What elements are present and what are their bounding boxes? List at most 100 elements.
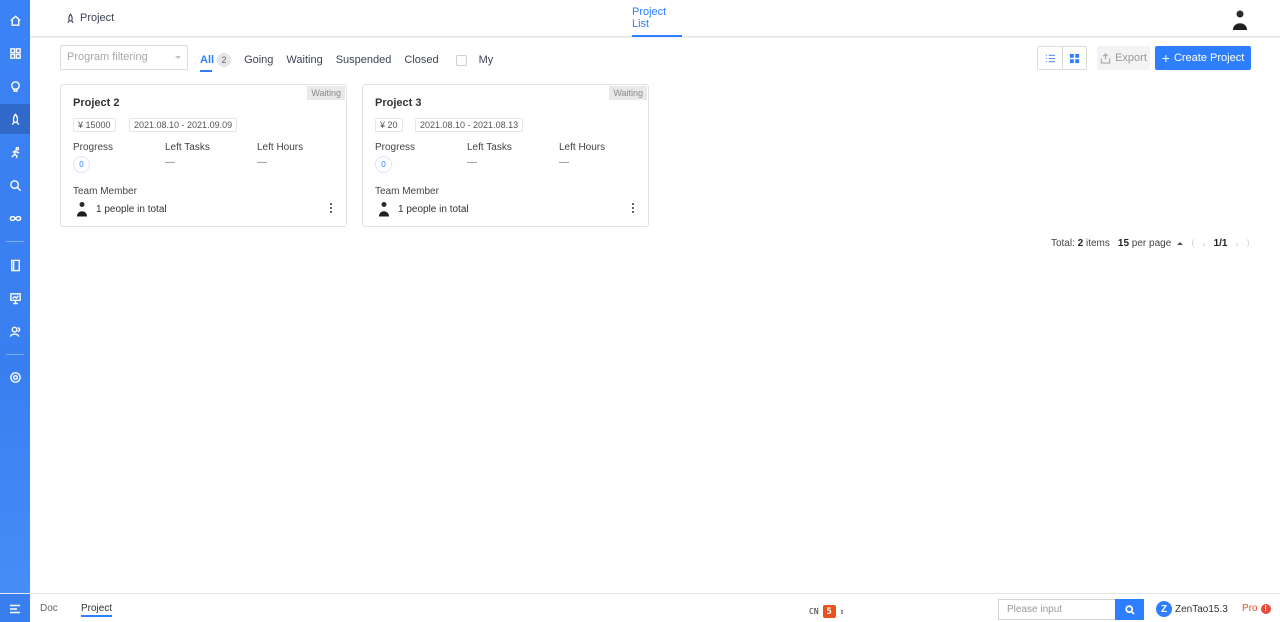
book-icon [10,259,20,271]
view-toggle [1037,46,1087,70]
progress-label: Progress [73,142,114,153]
app-name: Project [65,12,114,24]
search-icon [1124,604,1135,615]
tab-going[interactable]: Going [244,50,273,70]
users-icon [9,326,20,337]
left-hours-label: Left Hours [559,142,606,153]
left-hours-label: Left Hours [257,142,304,153]
page-indicator: 1/1 [1213,238,1228,249]
rail-separator [6,241,24,242]
project-card[interactable]: Waiting Project 2 ¥ 15000 2021.08.10 - 2… [60,84,347,227]
rail-doc[interactable] [0,250,30,280]
pager-total: Total: 2 items [1051,238,1110,249]
avatar [77,202,87,217]
top-header: Project Project List [30,0,1280,37]
progress-ring: 0 [375,156,392,173]
rail-admin[interactable] [0,362,30,392]
rail-company[interactable] [0,316,30,346]
create-project-button[interactable]: + Create Project [1155,46,1251,70]
list-icon [1045,54,1055,62]
gear-icon [9,371,21,383]
menu-icon [10,604,20,613]
my-checkbox-label[interactable]: My [479,54,494,66]
edition-label: Pro [1242,603,1258,614]
export-button[interactable]: Export [1097,46,1150,70]
card-view-button[interactable] [1062,47,1086,69]
team-member-label: Team Member [375,186,439,197]
footer-bar: Doc Project CN 5 ⇕ Please input Z ZenTao… [0,593,1280,622]
list-view-button[interactable] [1038,47,1062,69]
tab-waiting[interactable]: Waiting [286,50,322,70]
tab-all-label: All [200,54,215,66]
user-avatar[interactable] [1230,9,1250,31]
left-tasks-value: — [467,157,477,168]
rail-project[interactable] [0,104,30,134]
status-badge: Waiting [307,86,345,100]
create-project-label: Create Project [1173,52,1245,64]
pager-total-prefix: Total: [1050,238,1075,249]
menu-toggle[interactable] [0,594,30,622]
status-tabs: All 2 Going Waiting Suspended Closed My [200,50,494,72]
team-count: 1 people in total [96,204,167,215]
search-placeholder: Please input [1007,604,1063,615]
left-hours-value: — [257,157,267,168]
home-icon [9,14,21,26]
more-icon[interactable] [630,203,636,213]
next-page-icon[interactable]: › [1235,239,1238,249]
html5-icon: 5 [822,605,836,618]
tab-project-list[interactable]: Project List [632,0,682,37]
my-checkbox[interactable] [455,54,467,66]
edition-badge[interactable]: Pro ! [1242,603,1271,614]
date-range-tag: 2021.08.10 - 2021.08.13 [415,118,524,132]
search-icon [9,179,21,191]
rail-dashboard[interactable] [0,38,30,68]
tab-suspended[interactable]: Suspended [336,50,392,70]
project-card[interactable]: Waiting Project 3 ¥ 20 2021.08.10 - 2021… [362,84,649,227]
rail-report[interactable] [0,283,30,313]
progress-label: Progress [375,142,416,153]
per-page-count: 15 [1117,238,1130,249]
pager-total-suffix: items [1085,238,1110,249]
language-switcher[interactable]: CN 5 ⇕ [809,605,844,618]
tab-closed[interactable]: Closed [404,50,438,70]
app-name-label: Project [80,12,115,24]
tab-all[interactable]: All 2 [200,50,232,72]
global-search-input[interactable]: Please input [998,599,1115,620]
grid-icon [1069,53,1080,63]
global-search-button[interactable] [1115,599,1144,620]
runner-icon [10,146,19,158]
per-page-selector[interactable]: 15 per page [1117,238,1184,249]
prev-page-icon[interactable]: ‹ [1203,239,1206,249]
left-tasks-label: Left Tasks [467,142,512,153]
language-label: CN [809,607,819,616]
infinity-icon [9,215,21,221]
footer-tab-project[interactable]: Project [81,603,113,617]
rail-devops[interactable] [0,203,30,233]
left-hours-value: — [559,157,569,168]
program-filter-select[interactable]: Program filtering [60,45,188,70]
rail-product[interactable] [0,71,30,101]
zentao-logo-icon: Z [1156,601,1172,617]
program-filter-placeholder: Program filtering [67,51,148,63]
first-page-icon[interactable]: ⟨ [1191,238,1195,249]
status-badge: Waiting [609,86,647,100]
alert-icon: ! [1260,603,1271,614]
project-title[interactable]: Project 2 [73,97,119,109]
pagination: Total: 2 items 15 per page ⟨ ‹ 1/1 › ⟩ [1051,238,1250,249]
brand[interactable]: Z ZenTao15.3 [1156,601,1228,617]
last-page-icon[interactable]: ⟩ [1246,238,1250,249]
brand-version: ZenTao15.3 [1175,603,1228,615]
rail-home[interactable] [0,5,30,35]
more-icon[interactable] [328,203,334,213]
main-panel: Program filtering All 2 Going Waiting Su… [30,38,1280,593]
left-rail [0,0,30,622]
footer-tab-doc[interactable]: Doc [40,603,58,614]
per-page-label: per page [1131,238,1172,249]
left-tasks-value: — [165,157,175,168]
plus-icon: + [1161,50,1170,66]
chevron-down-icon [175,56,181,59]
rail-qa[interactable] [0,170,30,200]
caret-up-icon [1177,241,1184,245]
project-title[interactable]: Project 3 [375,97,421,109]
rail-execution[interactable] [0,137,30,167]
